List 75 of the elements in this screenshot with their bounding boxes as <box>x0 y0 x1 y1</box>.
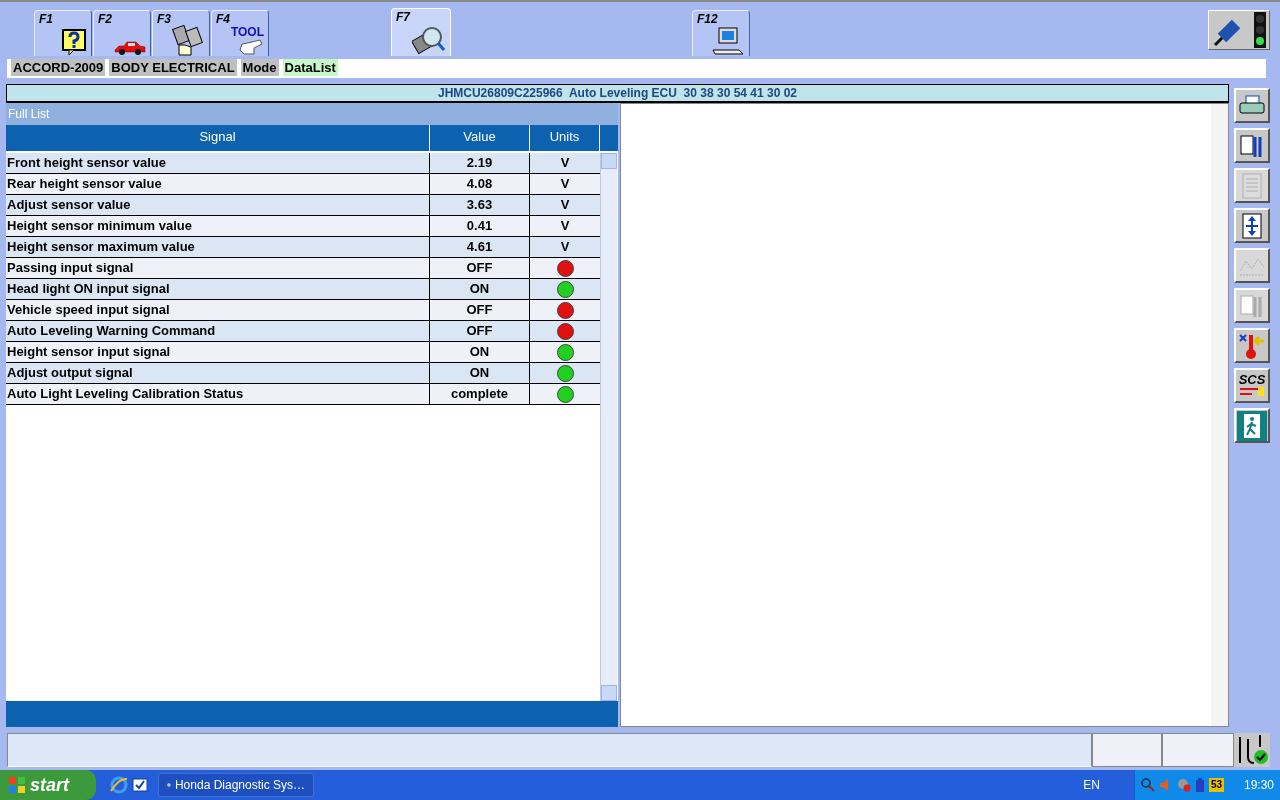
side-tool-button[interactable] <box>1234 208 1270 243</box>
taskbar-window-button[interactable]: Honda Diagnostic Sys… <box>158 773 314 797</box>
document-icon <box>1241 172 1263 199</box>
units-cell-text: V <box>560 238 570 257</box>
car-icon <box>114 40 146 56</box>
signal-cell: Front height sensor value <box>6 153 430 173</box>
units-cell-text: V <box>560 196 570 215</box>
signal-cell: Height sensor minimum value <box>6 216 430 236</box>
language-indicator[interactable]: EN <box>1083 776 1100 794</box>
function-tab[interactable]: F1 <box>34 10 92 56</box>
signal-cell: Head light ON input signal <box>6 279 430 299</box>
tools-icon <box>1239 132 1265 159</box>
connection-ok-icon <box>1234 733 1270 767</box>
units-cell-text: V <box>560 217 570 236</box>
value-cell: OFF <box>430 300 530 320</box>
tools-icon <box>1239 292 1265 319</box>
signal-cell: Auto Light Leveling Calibration Status <box>6 384 430 404</box>
scrollbar[interactable] <box>1211 104 1228 726</box>
value-cell: 3.63 <box>430 195 530 215</box>
function-tab[interactable]: F12 <box>692 10 750 56</box>
signal-cell: Adjust output signal <box>6 363 430 383</box>
windows-logo-icon <box>8 776 26 794</box>
list-title-bar: Full List <box>6 103 618 125</box>
value-cell: OFF <box>430 321 530 341</box>
printer-icon <box>1239 94 1265 117</box>
document-arrows-icon <box>1241 212 1263 239</box>
breadcrumb-label: Mode <box>240 59 279 76</box>
function-tab[interactable]: F7 <box>391 8 451 56</box>
value-cell: 4.08 <box>430 174 530 194</box>
magnifier-icon[interactable] <box>1141 778 1155 792</box>
breadcrumb-label: DataList <box>282 59 338 76</box>
module-hand-icon <box>171 25 205 57</box>
units-cell-text: V <box>560 154 570 173</box>
breadcrumb-label: BODY ELECTRICAL <box>109 59 237 76</box>
value-cell: 2.19 <box>430 153 530 173</box>
interface-status-icon <box>1208 10 1270 50</box>
units-cell-text: V <box>560 175 570 194</box>
desktop-icon[interactable] <box>132 777 148 793</box>
value-cell: complete <box>430 384 530 404</box>
status-bar-field <box>1092 733 1162 767</box>
start-button[interactable]: start <box>0 770 96 800</box>
signal-cell: Height sensor input signal <box>6 342 430 362</box>
function-tab[interactable]: F2 <box>93 10 151 56</box>
scrollbar[interactable] <box>600 153 617 701</box>
signal-cell: Height sensor maximum value <box>6 237 430 257</box>
ecu-header-bar: JHMCU26809C225966 Auto Leveling ECU 30 38 30 54 41 30 02 <box>6 84 1229 103</box>
clock: 19:30 <box>1243 777 1274 794</box>
computer-icon <box>711 26 745 56</box>
side-tool-button[interactable] <box>1234 408 1270 443</box>
help-icon <box>61 28 87 56</box>
breadcrumb-label: ACCORD-2009 <box>11 59 106 76</box>
value-cell: ON <box>430 279 530 299</box>
value-cell: ON <box>430 363 530 383</box>
column-header: Units <box>530 125 600 151</box>
signal-cell: Adjust sensor value <box>6 195 430 215</box>
thermometer-icon <box>1238 331 1266 360</box>
signal-cell: Passing input signal <box>6 258 430 278</box>
side-tool-button[interactable] <box>1234 128 1270 163</box>
value-cell: 0.41 <box>430 216 530 236</box>
signal-cell: Vehicle speed input signal <box>6 300 430 320</box>
status-bar-field <box>1162 733 1234 767</box>
value-cell: 4.61 <box>430 237 530 257</box>
signal-cell: Auto Leveling Warning Command <box>6 321 430 341</box>
function-tab[interactable]: F3 <box>152 10 210 56</box>
signal-cell: Rear height sensor value <box>6 174 430 194</box>
value-cell: OFF <box>430 258 530 278</box>
side-tool-button[interactable] <box>1234 328 1270 363</box>
function-tab[interactable]: F4 TOOL <box>211 10 269 56</box>
column-header: Signal <box>6 125 430 151</box>
value-cell: ON <box>430 342 530 362</box>
column-header: Value <box>430 125 530 151</box>
side-tool-button[interactable] <box>1234 88 1270 123</box>
exit-icon <box>1237 410 1267 441</box>
magnifier-icon <box>412 24 446 56</box>
tray-badge[interactable]: 53 <box>1209 778 1225 792</box>
